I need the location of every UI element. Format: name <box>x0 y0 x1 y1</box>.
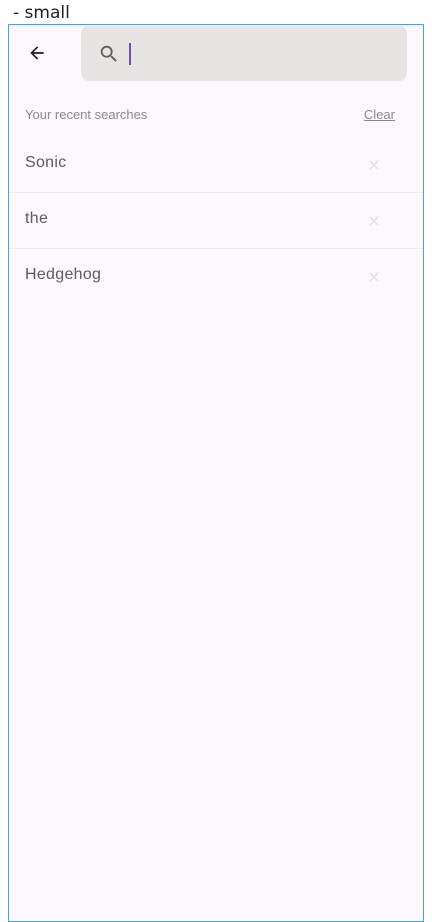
remove-search-button[interactable] <box>363 154 385 176</box>
search-icon <box>100 45 117 62</box>
app-screen: Your recent searches Clear Sonic the Hed… <box>8 24 424 922</box>
recent-searches-title: Your recent searches <box>25 107 148 122</box>
clear-button[interactable]: Clear <box>364 107 395 122</box>
device-size-label: - small <box>13 3 70 23</box>
remove-search-button[interactable] <box>363 210 385 232</box>
back-button[interactable] <box>21 37 53 69</box>
remove-search-button[interactable] <box>363 266 385 288</box>
text-caret <box>129 43 131 65</box>
recent-searches-list: Sonic the Hedgehog <box>9 137 423 304</box>
recent-search-label: Sonic <box>25 154 67 171</box>
recent-search-item[interactable]: Hedgehog <box>9 249 423 304</box>
recent-search-item[interactable]: Sonic <box>9 137 423 193</box>
close-icon <box>369 216 379 226</box>
close-icon <box>369 160 379 170</box>
search-bar[interactable] <box>81 26 407 81</box>
recent-searches-header: Your recent searches Clear <box>25 105 395 125</box>
recent-search-label: the <box>25 210 49 227</box>
close-icon <box>369 272 379 282</box>
recent-search-label: Hedgehog <box>25 266 102 283</box>
arrow-back-icon <box>30 46 44 60</box>
search-input[interactable] <box>129 36 389 72</box>
recent-search-item[interactable]: the <box>9 193 423 249</box>
